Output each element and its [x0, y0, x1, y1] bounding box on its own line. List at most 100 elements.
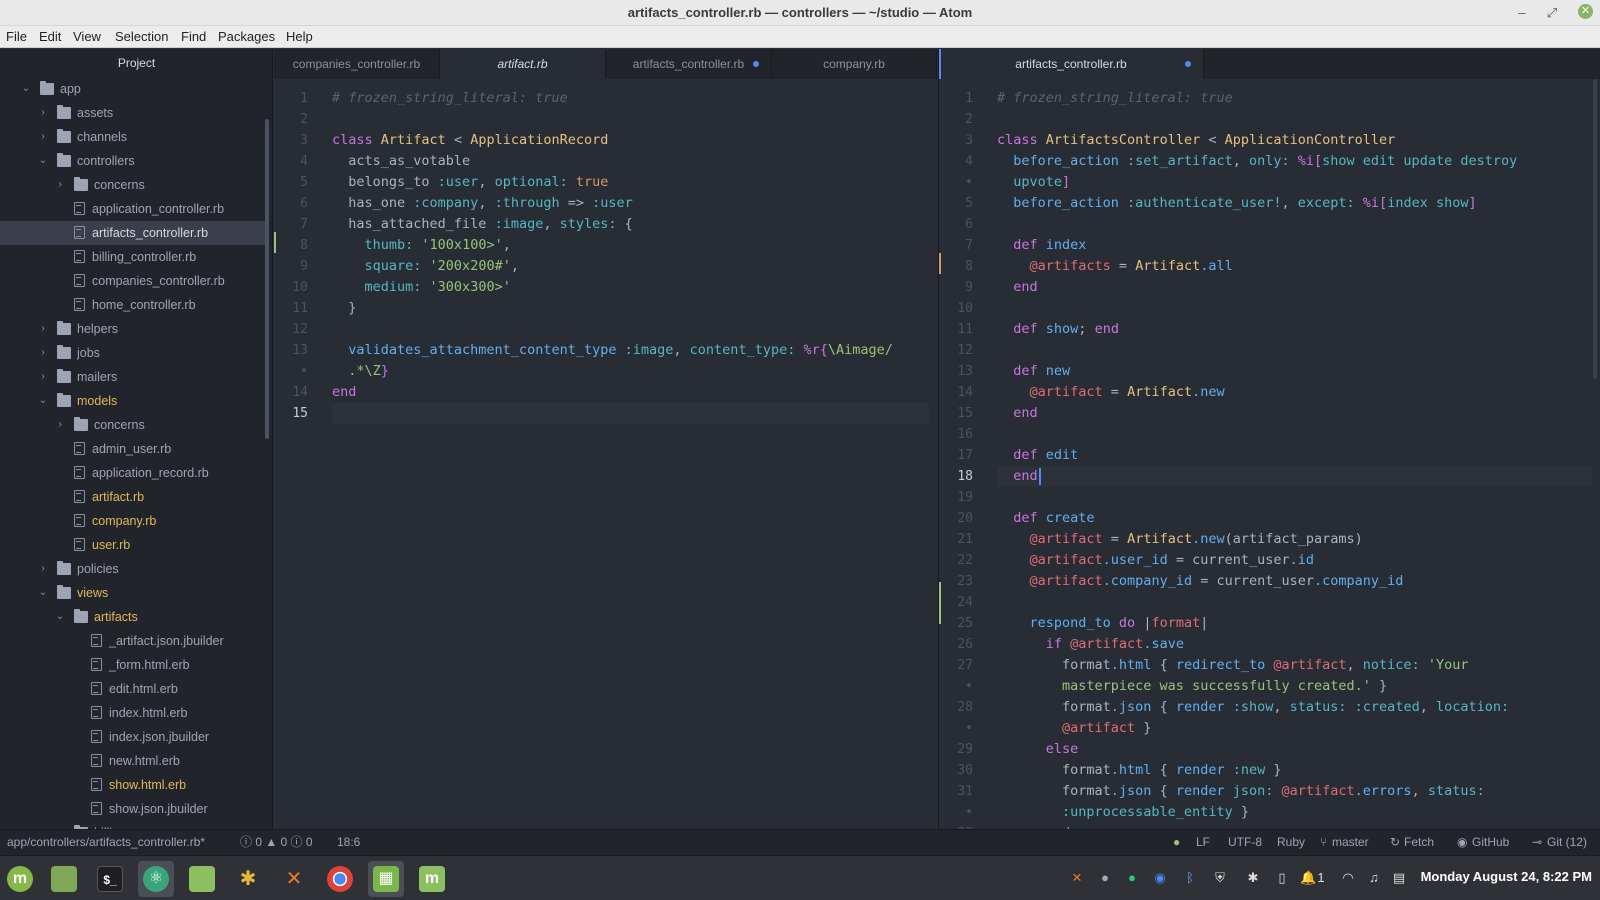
code-line[interactable]: @artifact.company_id = current_user.comp… [997, 571, 1404, 592]
code-editor-right[interactable]: # frozen_string_literal: true class Artif… [997, 79, 1592, 829]
tree-file[interactable]: new.html.erb [0, 749, 265, 773]
notification-icon[interactable]: 🔔 [1300, 870, 1316, 886]
code-line[interactable]: def create [997, 508, 1094, 529]
tab-companies-controller-rb[interactable]: companies_controller.rb [274, 49, 440, 79]
tree-file[interactable]: companies_controller.rb [0, 269, 265, 293]
chevron-right-icon[interactable]: › [37, 125, 49, 149]
tree-file[interactable]: _artifact.json.jbuilder [0, 629, 265, 653]
code-line[interactable]: class Artifact < ApplicationRecord [332, 130, 608, 151]
status-fetch[interactable]: Fetch [1404, 830, 1434, 855]
chevron-right-icon[interactable]: › [37, 557, 49, 581]
chevron-down-icon[interactable]: ⌄ [54, 605, 66, 629]
clipboard-icon[interactable]: ▯ [1274, 870, 1290, 886]
chevron-down-icon[interactable]: ⌄ [20, 77, 32, 101]
tree-folder[interactable]: › billing [0, 821, 265, 829]
code-line[interactable]: end [997, 466, 1041, 487]
code-line[interactable]: @artifact = Artifact.new(artifact_params… [997, 529, 1363, 550]
tray-circle-icon[interactable]: ● [1097, 870, 1113, 886]
taskbar-files-1[interactable] [46, 861, 82, 897]
tree-folder[interactable]: ⌄ artifacts [0, 605, 265, 629]
code-line[interactable]: before_action :authenticate_user!, excep… [997, 193, 1476, 214]
chevron-down-icon[interactable]: ⌄ [37, 149, 49, 173]
status-encoding[interactable]: UTF-8 [1228, 830, 1262, 855]
status-cursor-position[interactable]: 18:6 [337, 830, 360, 855]
code-line[interactable]: @artifact = Artifact.new [997, 382, 1225, 403]
tree-folder[interactable]: › concerns [0, 173, 265, 197]
tree-file[interactable]: admin_user.rb [0, 437, 265, 461]
taskbar-clock[interactable]: Monday August 24, 8:22 PM [1421, 869, 1592, 884]
status-github[interactable]: GitHub [1472, 830, 1509, 855]
tree-file[interactable]: company.rb [0, 509, 265, 533]
chevron-right-icon[interactable]: › [54, 413, 66, 437]
chevron-right-icon[interactable]: › [37, 317, 49, 341]
code-line[interactable]: } [332, 298, 356, 319]
status-line-ending[interactable]: LF [1196, 830, 1210, 855]
chevron-down-icon[interactable]: ⌄ [37, 389, 49, 413]
status-grammar[interactable]: Ruby [1277, 830, 1305, 855]
chevron-down-icon[interactable]: ⌄ [37, 581, 49, 605]
tree-file[interactable]: index.html.erb [0, 701, 265, 725]
tree-file[interactable]: user.rb [0, 533, 265, 557]
code-line[interactable]: def show; end [997, 319, 1119, 340]
chevron-right-icon[interactable]: › [54, 173, 66, 197]
taskbar-slack[interactable]: ✱ [230, 861, 266, 897]
code-line[interactable]: format.html { redirect_to @artifact, not… [997, 655, 1468, 676]
code-line[interactable]: masterpiece was successfully created.' } [997, 676, 1387, 697]
tray-slack-icon[interactable]: ✱ [1245, 870, 1261, 886]
code-line[interactable]: @artifact.user_id = current_user.id [997, 550, 1315, 571]
code-line[interactable]: validates_attachment_content_type :image… [332, 340, 893, 361]
tree-folder[interactable]: › assets [0, 101, 265, 125]
taskbar-mint-app[interactable]: m [414, 861, 450, 897]
code-line[interactable]: end [997, 277, 1037, 298]
tree-scrollbar[interactable] [265, 119, 269, 439]
tray-chrome-icon[interactable]: ◉ [1152, 870, 1168, 886]
tree-file[interactable]: edit.html.erb [0, 677, 265, 701]
taskbar-app-x[interactable]: ✕ [276, 861, 312, 897]
tree-file[interactable]: billing_controller.rb [0, 245, 265, 269]
tab-company-rb[interactable]: company.rb [772, 49, 937, 79]
bluetooth-icon[interactable]: ᛒ [1182, 870, 1198, 886]
tree-file[interactable]: show.html.erb [0, 773, 265, 797]
tree-folder[interactable]: ⌄ app [0, 77, 265, 101]
tree-file[interactable]: application_record.rb [0, 461, 265, 485]
tab-artifacts-controller-rb[interactable]: artifacts_controller.rb [606, 49, 772, 79]
code-line[interactable]: def index [997, 235, 1086, 256]
tree-file[interactable]: artifact.rb [0, 485, 265, 509]
mint-menu-button[interactable]: m [2, 861, 38, 897]
chevron-right-icon[interactable]: › [54, 821, 66, 829]
tree-file[interactable]: index.json.jbuilder [0, 725, 265, 749]
status-branch[interactable]: master [1332, 830, 1369, 855]
tree-file[interactable]: application_controller.rb [0, 197, 265, 221]
code-line[interactable]: format.html { render :new } [997, 760, 1282, 781]
status-diagnostics[interactable]: ⓘ 0 ▲ 0 ⓘ 0 [240, 830, 313, 855]
code-line[interactable]: respond_to do |format| [997, 613, 1209, 634]
tab-artifact-rb[interactable]: artifact.rb [440, 49, 606, 79]
chevron-right-icon[interactable]: › [37, 341, 49, 365]
editor-scrollbar[interactable] [1593, 79, 1597, 379]
code-line[interactable]: has_attached_file :image, styles: { [332, 214, 633, 235]
wifi-icon[interactable]: ◠ [1340, 870, 1356, 886]
code-line[interactable]: end [997, 403, 1037, 424]
code-line[interactable]: def edit [997, 445, 1078, 466]
code-line[interactable]: class ArtifactsController < ApplicationC… [997, 130, 1395, 151]
tree-folder[interactable]: › mailers [0, 365, 265, 389]
minimize-icon[interactable]: – [1514, 5, 1530, 20]
taskbar-terminal[interactable]: $_ [92, 861, 128, 897]
tree-file[interactable]: artifacts_controller.rb [0, 221, 265, 245]
taskbar-atom[interactable]: ⚛ [138, 861, 174, 897]
code-line[interactable]: end [332, 382, 356, 403]
code-line[interactable]: # frozen_string_literal: true [997, 88, 1233, 109]
code-line[interactable]: before_action :set_artifact, only: %i[sh… [997, 151, 1517, 172]
code-line[interactable]: square: '200x200#', [332, 256, 519, 277]
taskbar-files-2[interactable] [184, 861, 220, 897]
tree-file[interactable]: show.json.jbuilder [0, 797, 265, 821]
code-line[interactable]: upvote] [997, 172, 1070, 193]
tree-folder[interactable]: › channels [0, 125, 265, 149]
code-line[interactable]: :unprocessable_entity } [997, 802, 1249, 823]
menu-selection[interactable]: Selection [115, 29, 168, 44]
code-line[interactable]: thumb: '100x100>', [332, 235, 511, 256]
music-icon[interactable]: ♫ [1366, 870, 1382, 886]
code-line[interactable]: medium: '300x300>' [332, 277, 511, 298]
menu-file[interactable]: File [6, 29, 27, 44]
code-line[interactable]: else [997, 739, 1079, 760]
